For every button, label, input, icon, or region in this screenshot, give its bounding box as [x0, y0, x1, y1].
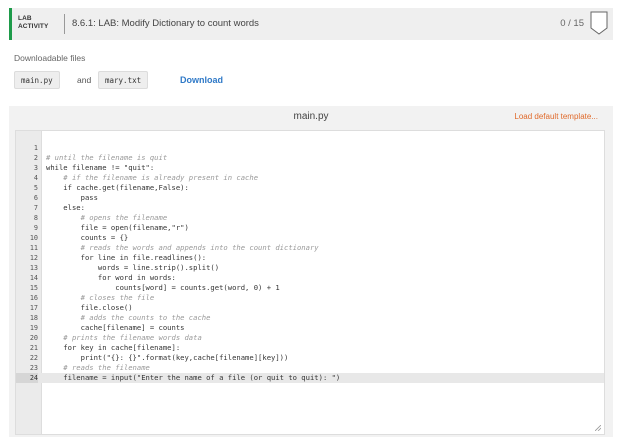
code-line[interactable]: 18 # adds the counts to the cache — [16, 313, 604, 323]
code-line[interactable]: 11 # reads the words and appends into th… — [16, 243, 604, 253]
code-text[interactable]: for line in file.readlines(): — [46, 253, 207, 263]
header-divider — [64, 14, 65, 34]
code-text[interactable]: # until the filename is quit — [46, 153, 167, 163]
code-text[interactable]: counts = {} — [46, 233, 129, 243]
code-line[interactable]: 19 cache[filename] = counts — [16, 323, 604, 333]
code-text[interactable]: # adds the counts to the cache — [46, 313, 211, 323]
code-line[interactable]: 23 # reads the filename — [16, 363, 604, 373]
code-line[interactable]: 1 — [16, 143, 604, 153]
code-line[interactable]: 24 filename = input("Enter the name of a… — [16, 373, 604, 383]
line-number: 17 — [29, 304, 38, 312]
code-editor[interactable]: 1 2 # until the filename is quit 3 while fil… — [15, 130, 605, 435]
line-number: 12 — [29, 254, 38, 262]
code-line[interactable]: 15 counts[word] = counts.get(word, 0) + … — [16, 283, 604, 293]
line-number: 5 — [33, 184, 38, 192]
code-line[interactable]: 16 # closes the file — [16, 293, 604, 303]
code-line[interactable]: 8 # opens the filename — [16, 213, 604, 223]
line-number: 14 — [29, 274, 38, 282]
code-text[interactable]: for word in words: — [46, 273, 176, 283]
code-line[interactable]: 9 file = open(filename,"r") — [16, 223, 604, 233]
code-text[interactable]: print("{}: {}".format(key,cache[filename… — [46, 353, 289, 363]
code-text[interactable]: file = open(filename,"r") — [46, 223, 189, 233]
line-number: 20 — [29, 334, 38, 342]
code-line[interactable]: 5 if cache.get(filename,False): — [16, 183, 604, 193]
load-default-template-link[interactable]: Load default template... — [514, 112, 598, 121]
code-line[interactable]: 7 else: — [16, 203, 604, 213]
code-line[interactable]: 20 # prints the filename words data — [16, 333, 604, 343]
code-text[interactable]: counts[word] = counts.get(word, 0) + 1 — [46, 283, 279, 293]
code-line[interactable]: 14 for word in words: — [16, 273, 604, 283]
code-text[interactable]: # if the filename is already present in … — [46, 173, 258, 183]
code-line[interactable]: 2 # until the filename is quit — [16, 153, 604, 163]
code-text[interactable]: else: — [46, 203, 85, 213]
line-number: 16 — [29, 294, 38, 302]
line-number: 24 — [16, 373, 38, 383]
line-number: 9 — [33, 224, 38, 232]
code-text[interactable]: file.close() — [46, 303, 133, 313]
code-text[interactable]: cache[filename] = counts — [46, 323, 185, 333]
line-number: 10 — [29, 234, 38, 242]
code-line[interactable]: 12 for line in file.readlines(): — [16, 253, 604, 263]
and-text: and — [77, 75, 92, 85]
completion-badge-icon — [590, 11, 608, 35]
code-text[interactable]: # opens the filename — [46, 213, 168, 223]
line-number: 13 — [29, 264, 38, 272]
code-text[interactable]: if cache.get(filename,False): — [46, 183, 189, 193]
code-line[interactable]: 21 for key in cache[filename]: — [16, 343, 604, 353]
code-text[interactable]: filename = input("Enter the name of a fi… — [46, 373, 340, 383]
code-text[interactable]: # prints the filename words data — [46, 333, 201, 343]
line-number: 3 — [33, 164, 38, 172]
line-number: 4 — [33, 174, 38, 182]
downloadable-files-label: Downloadable files — [14, 53, 86, 63]
lab-title: 8.6.1: LAB: Modify Dictionary to count w… — [72, 18, 259, 29]
line-number: 7 — [33, 204, 38, 212]
line-number: 11 — [29, 244, 38, 252]
code-line[interactable]: 13 words = line.strip().split() — [16, 263, 604, 273]
code-line[interactable]: 6 pass — [16, 193, 604, 203]
code-text[interactable]: # closes the file — [46, 293, 155, 303]
resize-handle-icon[interactable] — [595, 425, 601, 431]
lab-tag-line-1: LAB — [18, 15, 32, 22]
lab-activity-tag: LAB ACTIVITY — [18, 15, 58, 31]
code-line[interactable]: 3 while filename != "quit": — [16, 163, 604, 173]
code-text[interactable]: for key in cache[filename]: — [46, 343, 180, 353]
line-number: 21 — [29, 344, 38, 352]
line-number: 18 — [29, 314, 38, 322]
file-mary-txt-button[interactable]: mary.txt — [98, 71, 149, 89]
code-text[interactable]: # reads the words and appends into the c… — [46, 243, 319, 253]
line-number: 15 — [29, 284, 38, 292]
download-link[interactable]: Download — [180, 75, 223, 85]
code-line[interactable]: 17 file.close() — [16, 303, 604, 313]
line-number: 19 — [29, 324, 38, 332]
line-number: 8 — [33, 214, 38, 222]
lab-tag-line-2: ACTIVITY — [18, 23, 49, 30]
score-text: 0 / 15 — [560, 18, 584, 29]
code-text[interactable]: pass — [46, 193, 98, 203]
line-number: 1 — [33, 144, 38, 152]
code-text[interactable]: while filename != "quit": — [46, 163, 154, 173]
line-number: 6 — [33, 194, 38, 202]
line-number: 2 — [33, 154, 38, 162]
code-lines[interactable]: 1 2 # until the filename is quit 3 while fil… — [16, 143, 604, 383]
line-number: 23 — [29, 364, 38, 372]
code-text[interactable]: words = line.strip().split() — [46, 263, 219, 273]
line-number: 22 — [29, 354, 38, 362]
code-line[interactable]: 22 print("{}: {}".format(key,cache[filen… — [16, 353, 604, 363]
lab-header: LAB ACTIVITY 8.6.1: LAB: Modify Dictiona… — [9, 8, 613, 40]
code-line[interactable]: 10 counts = {} — [16, 233, 604, 243]
file-main-py-button[interactable]: main.py — [14, 71, 60, 89]
editor-panel: main.py Load default template... 1 2 # unt… — [9, 106, 613, 437]
code-text[interactable]: # reads the filename — [46, 363, 150, 373]
code-line[interactable]: 4 # if the filename is already present i… — [16, 173, 604, 183]
